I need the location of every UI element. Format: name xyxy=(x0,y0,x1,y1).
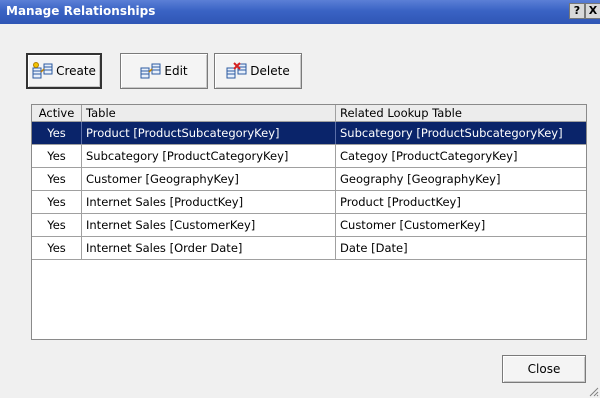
table-cell: Internet Sales [CustomerKey] xyxy=(82,214,336,236)
active-cell: Yes xyxy=(32,122,82,144)
resize-grip-icon[interactable] xyxy=(587,385,599,397)
table-cell: Internet Sales [ProductKey] xyxy=(82,191,336,213)
relationships-grid[interactable]: Active Table Related Lookup Table Yes Pr… xyxy=(31,104,587,340)
close-button[interactable]: Close xyxy=(502,355,586,383)
table-row[interactable]: Yes Internet Sales [CustomerKey] Custome… xyxy=(32,214,586,237)
delete-button-label: Delete xyxy=(250,64,290,78)
related-lookup-cell: Date [Date] xyxy=(340,241,408,255)
related-lookup-cell: Customer [CustomerKey] xyxy=(340,218,486,232)
table-cell: Product [ProductSubcategoryKey] xyxy=(82,122,336,144)
edit-relationship-icon xyxy=(140,63,161,79)
related-lookup-cell: Product [ProductKey] xyxy=(340,195,461,209)
related-lookup-cell: Subcategory [ProductSubcategoryKey] xyxy=(340,126,563,140)
active-cell: Yes xyxy=(32,191,82,213)
table-row[interactable]: Yes Subcategory [ProductCategoryKey] Cat… xyxy=(32,145,586,168)
column-header-related-lookup-table[interactable]: Related Lookup Table xyxy=(336,105,586,121)
grid-header: Active Table Related Lookup Table xyxy=(32,105,586,122)
create-button[interactable]: Create xyxy=(26,53,102,89)
column-header-table[interactable]: Table xyxy=(82,105,336,121)
delete-relationship-icon xyxy=(226,62,247,79)
related-lookup-cell: Categoy [ProductCategoryKey] xyxy=(340,149,518,163)
help-button[interactable]: ? xyxy=(569,3,585,19)
edit-button-label: Edit xyxy=(164,64,188,78)
related-lookup-cell: Geography [GeographyKey] xyxy=(340,172,501,186)
table-cell: Customer [GeographyKey] xyxy=(82,168,336,190)
column-header-active[interactable]: Active xyxy=(32,105,82,121)
window-close-button[interactable]: X xyxy=(585,3,600,19)
table-cell: Internet Sales [Order Date] xyxy=(82,237,336,259)
title-bar: Manage Relationships ? X xyxy=(0,0,600,24)
create-button-label: Create xyxy=(56,64,96,78)
active-cell: Yes xyxy=(32,168,82,190)
create-relationship-icon xyxy=(32,62,53,79)
edit-button[interactable]: Edit xyxy=(120,53,208,89)
active-cell: Yes xyxy=(32,145,82,167)
active-cell: Yes xyxy=(32,237,82,259)
table-row[interactable]: Yes Internet Sales [Order Date] Date [Da… xyxy=(32,237,586,260)
table-cell: Subcategory [ProductCategoryKey] xyxy=(82,145,336,167)
table-row[interactable]: Yes Customer [GeographyKey] Geography [G… xyxy=(32,168,586,191)
table-row[interactable]: Yes Internet Sales [ProductKey] Product … xyxy=(32,191,586,214)
table-row[interactable]: Yes Product [ProductSubcategoryKey] Subc… xyxy=(32,122,586,145)
active-cell: Yes xyxy=(32,214,82,236)
delete-button[interactable]: Delete xyxy=(214,53,302,89)
window-title: Manage Relationships xyxy=(6,4,156,18)
